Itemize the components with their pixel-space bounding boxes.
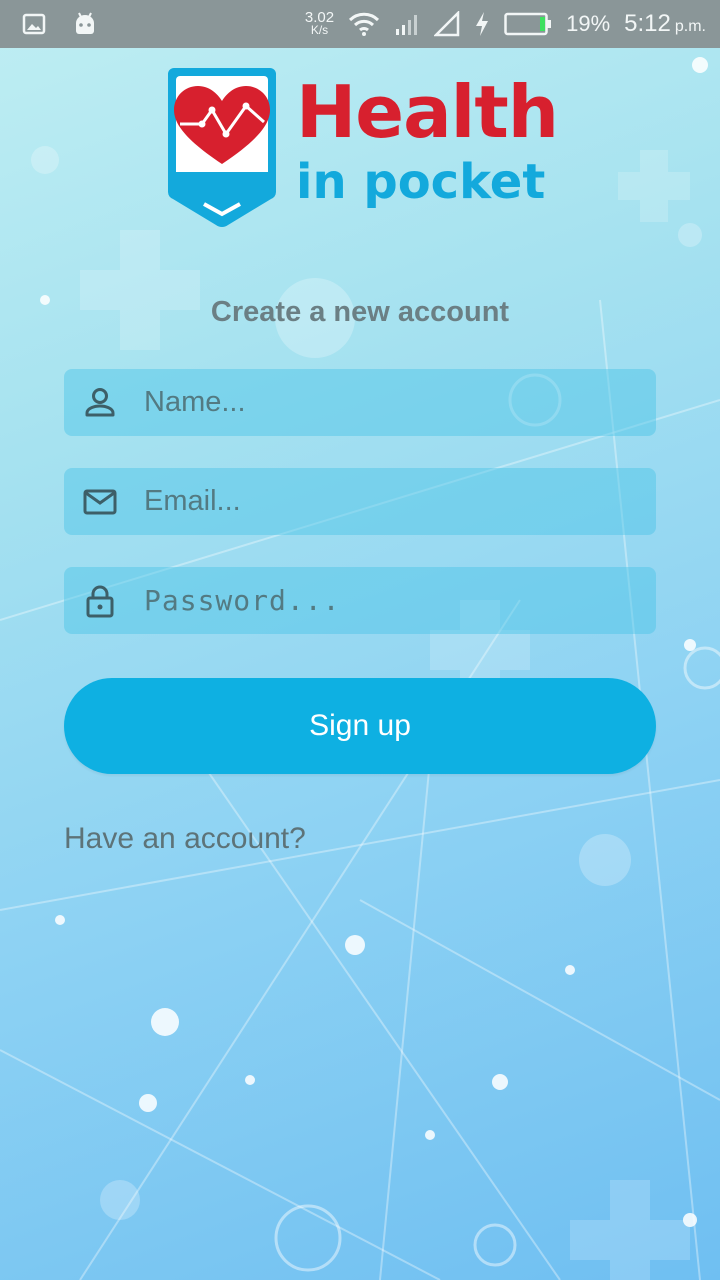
battery-icon [504,12,552,36]
wifi-icon [349,12,380,36]
person-icon [85,387,115,416]
email-field[interactable] [64,468,656,535]
signal-strength-icon [396,15,418,35]
clock-time: 5:12 [624,10,671,37]
page-title: Create a new account [210,296,510,328]
password-input[interactable] [144,567,656,634]
signup-screen: 3.02 K/s 19% 5:12 p.m. Health in pocket … [0,0,720,1280]
gallery-notification-icon [22,13,46,35]
lock-icon [86,585,114,617]
have-account-link[interactable]: Have an account? [64,822,306,856]
sign-up-button[interactable]: Sign up [64,678,656,774]
logo-subtitle: in pocket [296,154,546,210]
cellular-signal-icon [434,11,460,37]
name-input[interactable] [144,369,656,436]
android-notification-icon [76,12,94,34]
heart-pocket-icon [168,68,276,227]
network-speed-unit: K/s [310,23,329,37]
clock-ampm: p.m. [674,18,706,35]
password-field[interactable] [64,567,656,634]
logo-title: Health [296,70,559,154]
app-logo: Health in pocket [166,66,559,231]
battery-percent: 19% [566,11,611,36]
email-input[interactable] [144,468,656,535]
status-bar: 3.02 K/s 19% 5:12 p.m. [0,0,720,48]
envelope-icon [83,489,117,514]
name-field[interactable] [64,369,656,436]
network-speed: 3.02 K/s [305,10,334,37]
charging-icon [476,12,489,36]
clock: 5:12 p.m. [624,10,706,38]
